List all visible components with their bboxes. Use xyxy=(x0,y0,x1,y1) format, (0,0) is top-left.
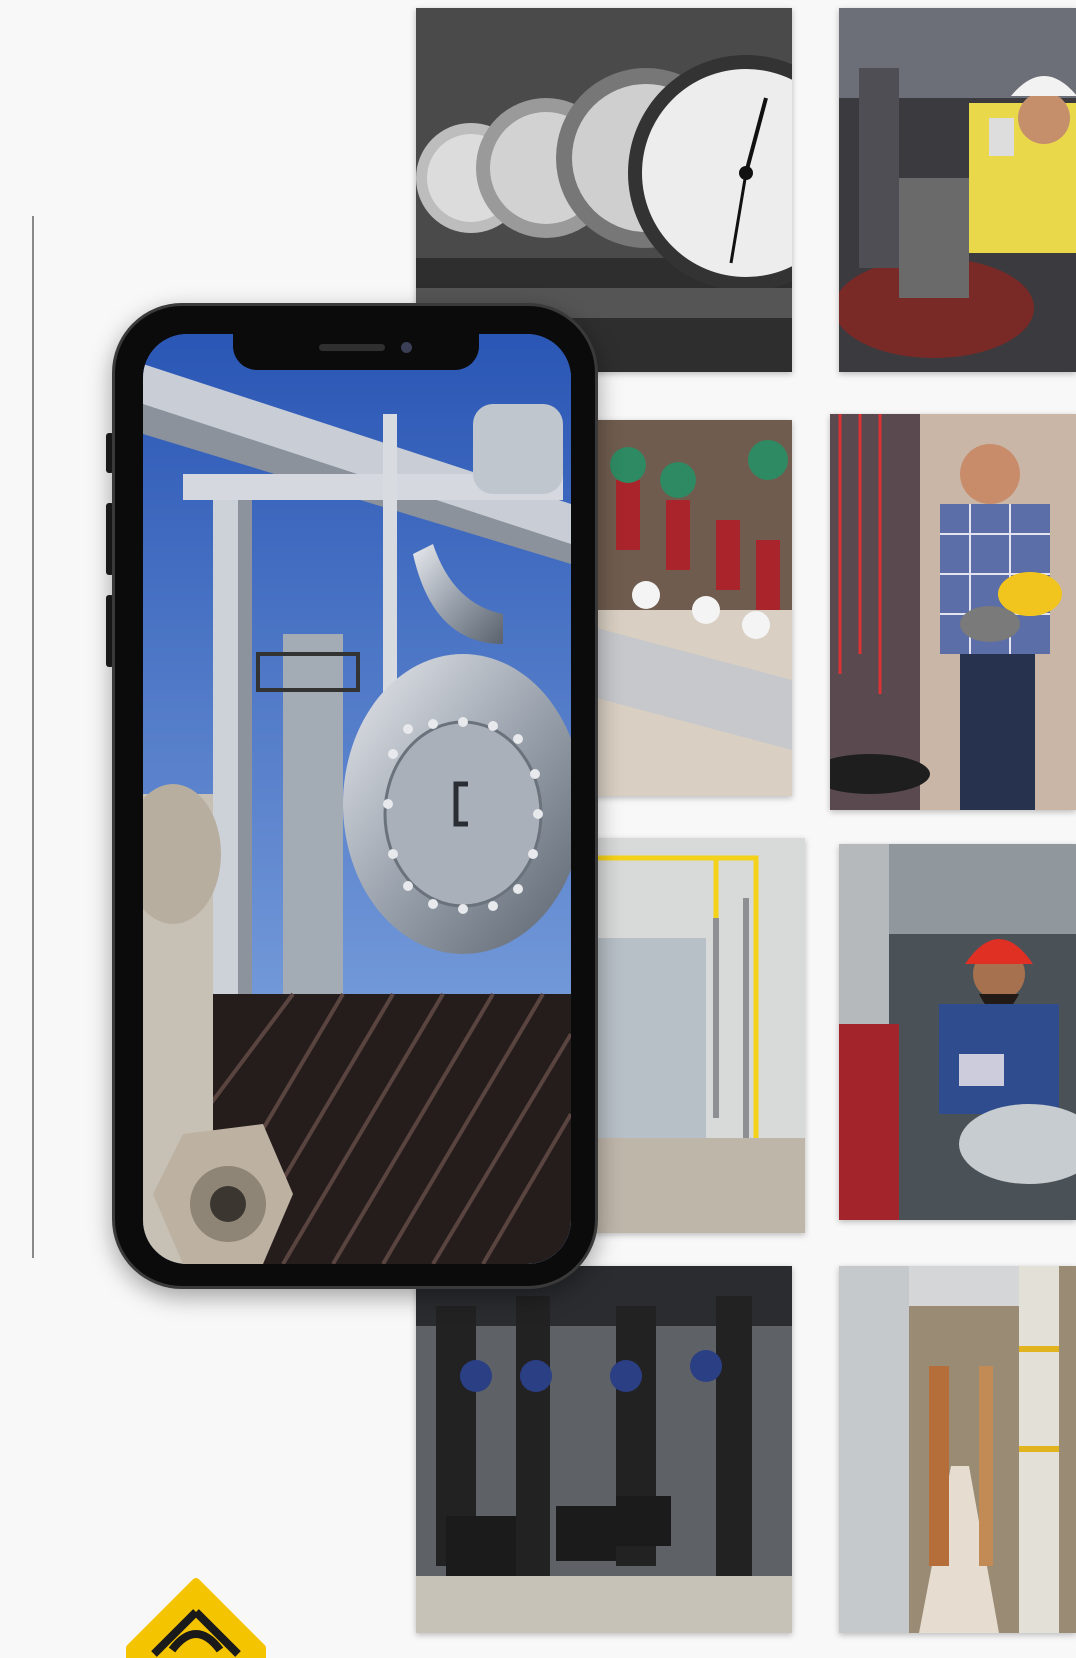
gallery-image-worker-red-helmet xyxy=(839,844,1076,1220)
phone-screen-image xyxy=(143,334,571,1264)
gallery-image-engineer-hardhat xyxy=(839,8,1076,372)
phone-speaker xyxy=(319,344,385,351)
gallery-image-pump-room xyxy=(416,1266,792,1633)
vertical-divider xyxy=(32,216,34,1258)
yellow-diamond-icon xyxy=(126,1578,266,1658)
phone-notch xyxy=(233,330,479,370)
gallery-image-technician-warehouse xyxy=(830,414,1076,810)
phone-camera xyxy=(401,342,412,353)
gallery-image-pipe-corridor xyxy=(839,1266,1076,1633)
phone-mockup xyxy=(112,303,598,1289)
